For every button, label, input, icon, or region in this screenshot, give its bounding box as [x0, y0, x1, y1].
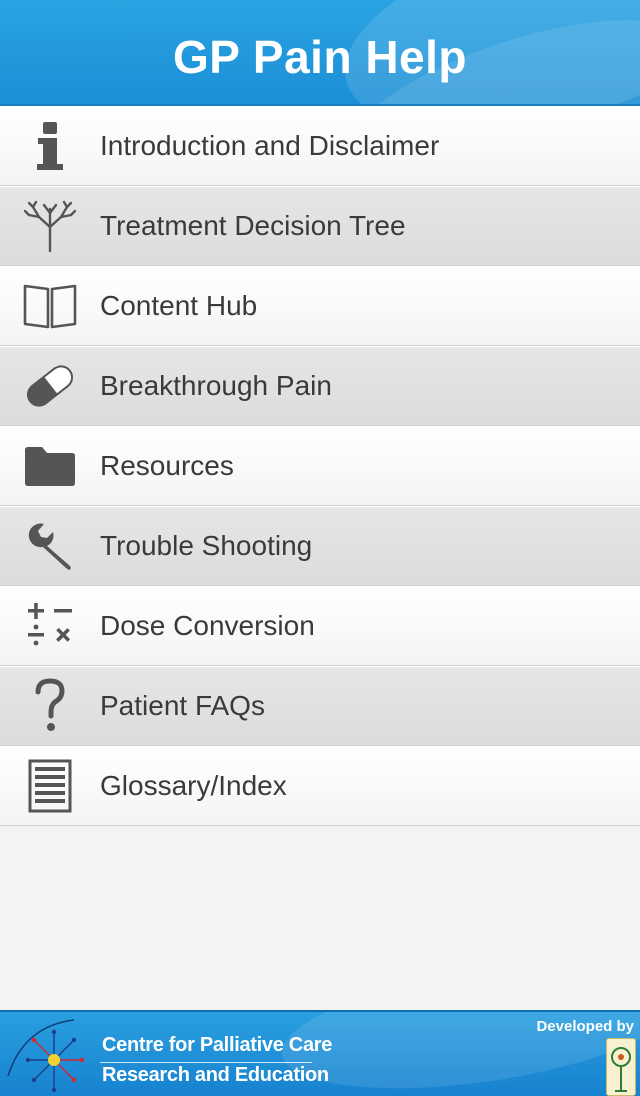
menu-item-label: Resources [100, 450, 234, 481]
wrench-icon [0, 506, 100, 586]
footer-banner: Centre for Palliative Care Research and … [0, 1010, 640, 1096]
menu-item-label: Breakthrough Pain [100, 370, 332, 401]
menu-item-label: Dose Conversion [100, 610, 315, 641]
developer-logo-icon [606, 1038, 636, 1096]
info-icon [0, 106, 100, 186]
menu-item-content-hub[interactable]: Content Hub [0, 266, 640, 346]
menu-item-glossary[interactable]: Glossary/Index [0, 746, 640, 826]
organisation-name-line1: Centre for Palliative Care [102, 1034, 333, 1056]
menu-item-breakthrough-pain[interactable]: Breakthrough Pain [0, 346, 640, 426]
organisation-name-line2: Research and Education [102, 1064, 329, 1086]
menu-item-label: Content Hub [100, 290, 258, 321]
app-header: GP Pain Help [0, 0, 640, 106]
menu-item-trouble-shooting[interactable]: Trouble Shooting [0, 506, 640, 586]
developed-by-label: Developed by [536, 1018, 634, 1035]
menu-item-resources[interactable]: Resources [0, 426, 640, 506]
footer-divider [100, 1062, 312, 1063]
main-menu: Introduction and Disclaimer Treatment De… [0, 106, 640, 826]
menu-item-label: Patient FAQs [100, 690, 265, 721]
menu-item-dose-conversion[interactable]: Dose Conversion [0, 586, 640, 666]
book-icon [0, 266, 100, 346]
pill-icon [0, 346, 100, 426]
menu-item-introduction[interactable]: Introduction and Disclaimer [0, 106, 640, 186]
page-title: GP Pain Help [172, 31, 468, 83]
folder-icon [0, 426, 100, 506]
menu-item-patient-faqs[interactable]: Patient FAQs [0, 666, 640, 746]
menu-item-label: Introduction and Disclaimer [100, 130, 440, 161]
question-icon [0, 666, 100, 746]
calculator-icon [0, 586, 100, 666]
list-icon [0, 746, 100, 826]
organisation-logo-icon [7, 1019, 85, 1093]
menu-item-label: Glossary/Index [100, 770, 287, 801]
menu-item-treatment-tree[interactable]: Treatment Decision Tree [0, 186, 640, 266]
tree-icon [0, 186, 100, 266]
menu-item-label: Treatment Decision Tree [100, 210, 406, 241]
menu-item-label: Trouble Shooting [100, 530, 313, 561]
